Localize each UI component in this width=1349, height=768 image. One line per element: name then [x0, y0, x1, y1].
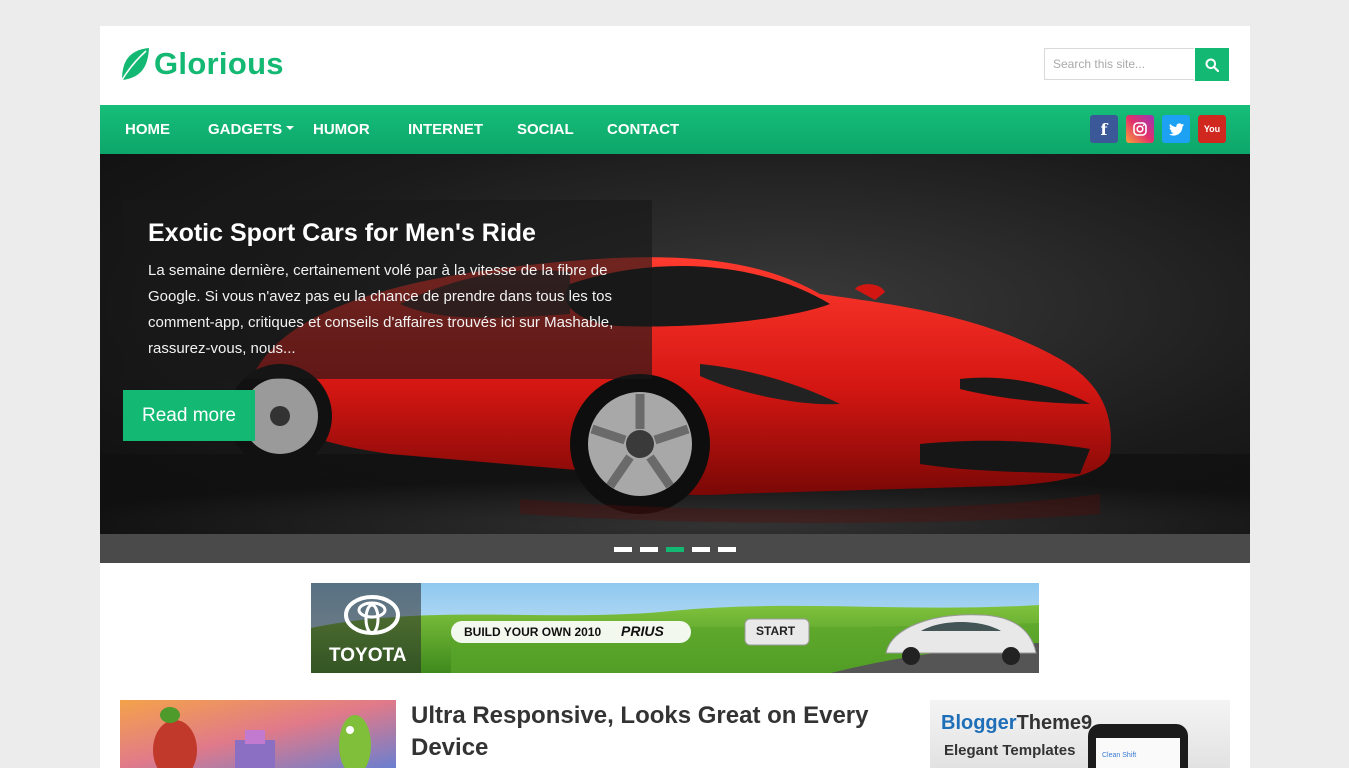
post-title[interactable]: Ultra Responsive, Looks Great on Every D… — [411, 700, 891, 764]
phone-mockup: Clean Shift — [1088, 724, 1188, 768]
twitter-icon — [1168, 122, 1184, 136]
ad-subtitle: Elegant Templates — [944, 742, 1076, 759]
nav-item-internet[interactable]: INTERNET — [408, 105, 483, 154]
main-navigation: HOME GADGETS HUMOR INTERNET SOCIAL CONTA… — [100, 105, 1250, 154]
featured-slider[interactable]: Exotic Sport Cars for Men's Ride La sema… — [100, 154, 1250, 534]
slider-dot[interactable] — [640, 547, 658, 552]
nav-item-gadgets[interactable]: GADGETS — [208, 105, 295, 154]
nav-item-social[interactable]: SOCIAL — [517, 105, 574, 154]
search-icon — [1205, 58, 1219, 72]
slider-dot[interactable] — [614, 547, 632, 552]
phone-screen: Clean Shift — [1096, 738, 1180, 768]
slide-excerpt: La semaine dernière, certainement volé p… — [148, 262, 614, 357]
nav-label: GADGETS — [208, 121, 283, 138]
nav-label: CONTACT — [607, 121, 680, 138]
instagram-icon — [1133, 122, 1147, 136]
slider-dot[interactable] — [692, 547, 710, 552]
post-thumbnail[interactable] — [120, 700, 396, 768]
read-more-button[interactable]: Read more — [123, 390, 255, 441]
site-logo[interactable]: Glorious — [120, 46, 284, 82]
banner-tagline: BUILD YOUR OWN 2010 — [464, 625, 602, 639]
chevron-down-icon — [286, 126, 295, 131]
nav-label: SOCIAL — [517, 121, 574, 138]
nav-item-home[interactable]: HOME — [125, 105, 170, 154]
instagram-link[interactable] — [1126, 115, 1154, 143]
facebook-icon: f — [1100, 119, 1108, 139]
search-button[interactable] — [1195, 48, 1229, 81]
thumbnail-image — [120, 700, 396, 768]
nav-label: HOME — [125, 121, 170, 138]
slide-title[interactable]: Exotic Sport Cars for Men's Ride — [148, 218, 627, 248]
twitter-link[interactable] — [1162, 115, 1190, 143]
nav-label: INTERNET — [408, 121, 483, 138]
phone-screen-text: Clean Shift — [1102, 752, 1137, 759]
youtube-link[interactable]: You — [1198, 115, 1226, 143]
banner-start-button[interactable]: START — [756, 624, 795, 638]
banner-model: PRIUS — [621, 623, 664, 639]
leaf-icon — [121, 48, 149, 81]
slide-caption: Exotic Sport Cars for Men's Ride La sema… — [123, 200, 652, 379]
youtube-icon: You — [1203, 124, 1221, 134]
nav-item-humor[interactable]: HUMOR — [313, 105, 370, 154]
site-title: Glorious — [154, 46, 284, 81]
slider-pagination — [100, 534, 1250, 563]
search-input[interactable] — [1044, 48, 1194, 80]
facebook-link[interactable]: f — [1090, 115, 1118, 143]
banner-brand: TOYOTA — [329, 645, 407, 666]
nav-item-contact[interactable]: CONTACT — [607, 105, 679, 154]
brand-part-2: Theme9 — [1016, 712, 1093, 734]
toyota-banner-ad[interactable]: TOYOTA BUILD YOUR OWN 2010 PRIUS START — [311, 583, 1039, 673]
bloggertheme9-ad[interactable]: BloggerTheme9 Elegant Templates Clean Sh… — [930, 700, 1230, 768]
slider-dot-active[interactable] — [666, 547, 684, 552]
page-container: Glorious HOME GADGETS HUMOR INTERNET SOC… — [100, 26, 1250, 768]
slider-dot[interactable] — [718, 547, 736, 552]
banner-ad-graphic — [311, 583, 1039, 673]
bloggertheme9-logo: BloggerTheme9 — [941, 712, 1092, 735]
brand-part-1: Blogger — [941, 712, 1017, 734]
nav-label: HUMOR — [313, 121, 370, 138]
